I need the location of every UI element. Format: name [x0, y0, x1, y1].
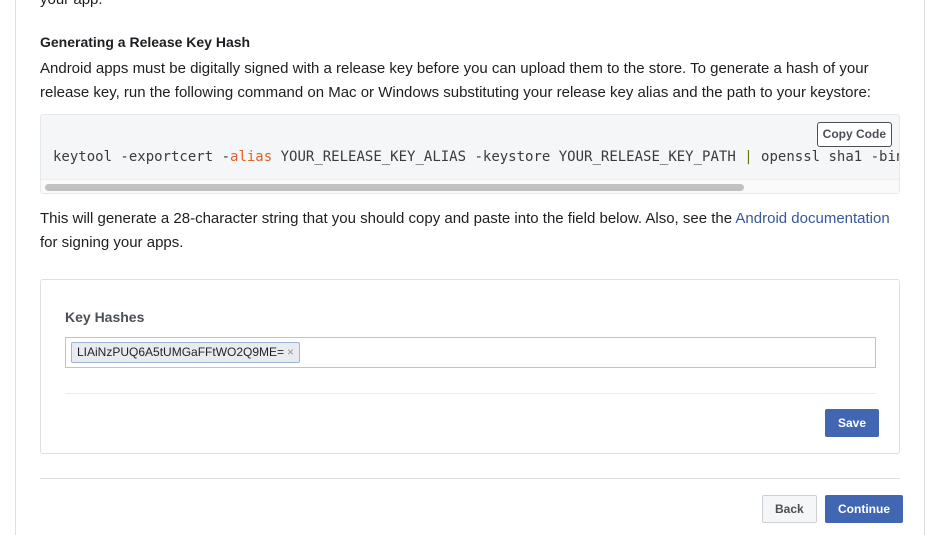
code-command: keytool -exportcert -alias YOUR_RELEASE_…	[53, 149, 899, 165]
code-block: keytool -exportcert -alias YOUR_RELEASE_…	[40, 114, 900, 194]
continue-button[interactable]: Continue	[825, 495, 903, 523]
scrollbar-thumb[interactable]	[45, 184, 744, 191]
footer-divider	[40, 478, 900, 479]
code-keyword-alias: alias	[230, 149, 273, 165]
save-button[interactable]: Save	[825, 409, 880, 437]
code-segment-cmd: keytool -exportcert -	[53, 149, 231, 165]
panel-divider	[65, 393, 876, 394]
key-hash-token: LIAiNzPUQ6A5tUMGaFFtWO2Q9ME= ×	[71, 342, 301, 363]
copy-code-button[interactable]: Copy Code	[816, 122, 892, 147]
truncated-text: your app.	[40, 0, 103, 8]
info-text-before: This will generate a 28-character string…	[40, 210, 736, 227]
info-text-after: for signing your apps.	[40, 234, 184, 251]
key-hashes-panel: Key Hashes LIAiNzPUQ6A5tUMGaFFtWO2Q9ME= ×…	[40, 279, 900, 454]
key-hashes-label: Key Hashes	[65, 309, 145, 325]
key-hash-token-text: LIAiNzPUQ6A5tUMGaFFtWO2Q9ME=	[77, 345, 285, 359]
section-description: Android apps must be digitally signed wi…	[40, 60, 871, 101]
code-segment-tail: openssl sha1 -binary | openssl base64	[761, 149, 899, 165]
back-button[interactable]: Back	[762, 495, 817, 523]
android-documentation-link[interactable]: Android documentation	[735, 210, 889, 227]
code-pipe: |	[744, 149, 753, 165]
code-segment-args: YOUR_RELEASE_KEY_ALIAS -keystore YOUR_RE…	[272, 149, 745, 165]
remove-token-icon[interactable]: ×	[287, 345, 294, 359]
key-hashes-input[interactable]: LIAiNzPUQ6A5tUMGaFFtWO2Q9ME= ×	[65, 337, 876, 368]
info-paragraph: This will generate a 28-character string…	[40, 207, 900, 255]
section-title: Generating a Release Key Hash	[40, 34, 251, 50]
code-horizontal-scrollbar[interactable]	[41, 179, 899, 193]
